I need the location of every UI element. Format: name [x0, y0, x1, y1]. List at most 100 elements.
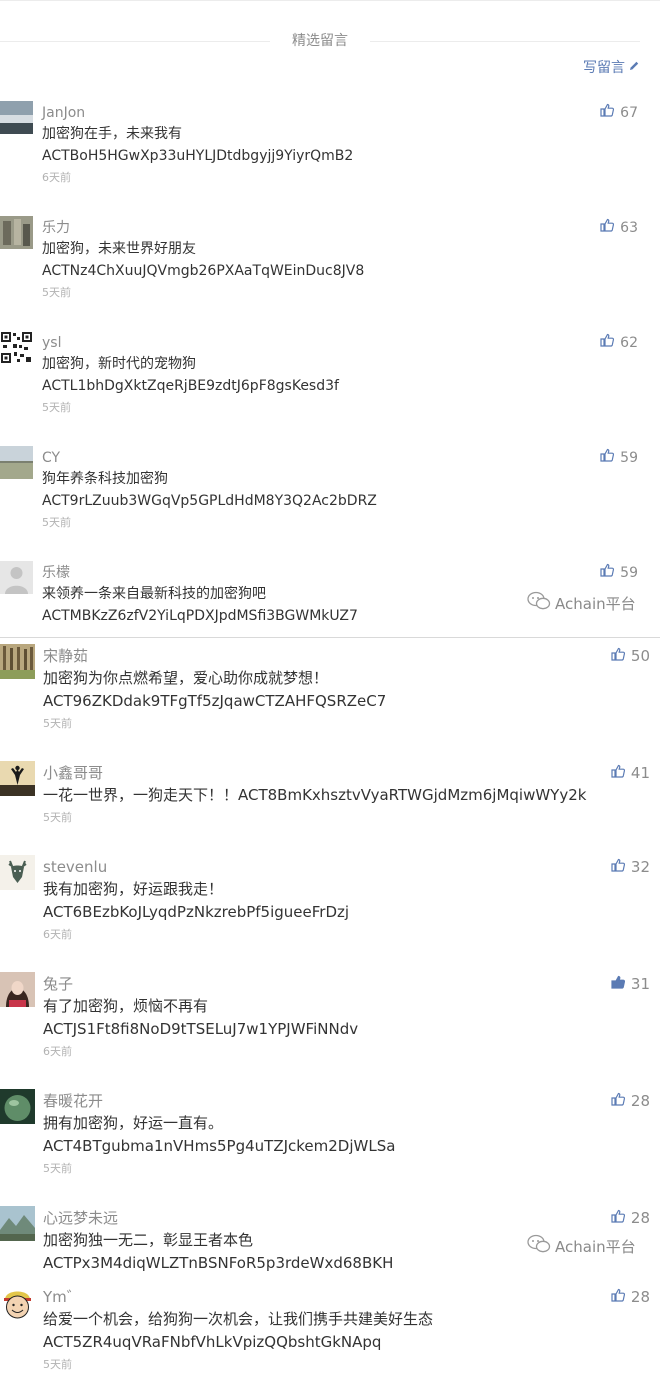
watermark: Achain平台 [527, 1234, 636, 1258]
comment-time: 5天前 [42, 516, 71, 529]
comment-nickname: 小鑫哥哥 [43, 764, 104, 782]
thumbs-up-icon [611, 1287, 625, 1307]
like-button[interactable]: 28 [611, 1208, 650, 1228]
comment-text-address: ACT96ZKDdak9TFgTf5zJqawCTZAHFQSRZeC7 [43, 692, 387, 710]
comment-time: 5天前 [43, 1358, 72, 1371]
comment-nickname: 春暖花开 [43, 1092, 104, 1110]
thumbs-up-icon [600, 333, 615, 353]
comment-text-address: ACTBoH5HGwXp33uHYLJDtdbgyjj9YiyrQmB2 [42, 148, 354, 164]
like-count: 31 [630, 975, 650, 993]
like-count: 62 [620, 335, 638, 351]
write-comment-link[interactable]: 写留言 [583, 58, 640, 78]
comment-text: 拥有加密狗，好运一直有。 [43, 1114, 224, 1132]
thumbs-up-icon [600, 103, 615, 123]
comment-text: 我有加密狗，好运跟我走！ [43, 880, 224, 898]
like-button-liked[interactable]: 31 [611, 974, 650, 994]
avatar [0, 101, 33, 134]
avatar [0, 1285, 35, 1320]
comment-list-b: 宋静茹 加密狗为你点燃希望，爱心助你成就梦想！ ACT96ZKDdak9TFgT… [0, 638, 660, 1384]
top-divider [0, 0, 660, 1]
comment-text-address: ACTNz4ChXuuJQVmgb26PXAaTqWEinDuc8JV8 [42, 263, 365, 279]
thumbs-up-icon [611, 857, 625, 877]
like-button[interactable]: 63 [600, 218, 638, 238]
thumbs-up-icon [600, 218, 615, 238]
comment-text-address: ACTL1bhDgXktZqeRjBE9zdtJ6pF8gsKesd3f [42, 378, 339, 394]
thumbs-up-icon [611, 1091, 625, 1111]
comment-text-address: ACTPx3M4diqWLZTnBSNFoR5p3rdeWxd68BKH [43, 1254, 394, 1272]
comment-nickname: ysl [42, 335, 62, 351]
comment-time: 5天前 [42, 401, 71, 414]
header-rule-left [0, 41, 270, 42]
comment-nickname: CY [42, 450, 61, 466]
header-rule-right [370, 41, 640, 42]
comment-time: 5天前 [43, 1162, 72, 1175]
like-count: 32 [630, 858, 650, 876]
like-button[interactable]: 41 [611, 763, 650, 783]
like-count: 28 [630, 1209, 650, 1227]
thumbs-up-icon [611, 763, 625, 783]
avatar [0, 855, 35, 890]
avatar [0, 561, 33, 594]
avatar [0, 761, 35, 796]
comment-list-a: JanJon 加密狗在手，未来我有 ACTBoH5HGwXp33uHYLJDtd… [0, 95, 660, 638]
avatar [0, 331, 33, 364]
thumbs-up-icon [611, 646, 625, 666]
avatar [0, 446, 33, 479]
comment-text: 来领养一条来自最新科技的加密狗吧 [42, 586, 266, 602]
wechat-icon [527, 591, 551, 615]
comment-time: 5天前 [43, 811, 72, 824]
like-button[interactable]: 28 [611, 1287, 650, 1307]
comment-text: 加密狗为你点燃希望，爱心助你成就梦想！ [43, 669, 329, 687]
comment-time: 6天前 [43, 1045, 72, 1058]
comment-nickname: 乐檬 [42, 565, 70, 581]
watermark-text: Achain平台 [555, 594, 636, 613]
comment-nickname: 心远梦未远 [43, 1209, 119, 1227]
comment-time: 6天前 [42, 171, 71, 184]
comment-text-address: ACT9rLZuub3WGqVp5GPLdHdM8Y3Q2Ac2bDRZ [42, 493, 377, 509]
like-count: 28 [630, 1092, 650, 1110]
like-button[interactable]: 32 [611, 857, 650, 877]
comment-text: 一花一世界，一狗走天下！！ACT8BmKxhsztvVyaRTWGjdMzm6j… [43, 786, 587, 804]
like-count: 41 [630, 764, 650, 782]
section-title: 精选留言 [292, 33, 348, 49]
comment-text: 有了加密狗，烦恼不再有 [43, 997, 209, 1015]
comment-nickname: JanJon [42, 105, 86, 121]
avatar [0, 972, 35, 1007]
comment-text-address: ACT5ZR4uqVRaFNbfVhLkVpizQQbshtGkNApq [43, 1333, 382, 1351]
comment-text: 狗年养条科技加密狗 [42, 471, 168, 487]
like-button[interactable]: 59 [600, 448, 638, 468]
comment-text: 加密狗，未来世界好朋友 [42, 241, 196, 257]
comment-time: 5天前 [43, 717, 72, 730]
comment-text: 加密狗在手，未来我有 [42, 126, 182, 142]
write-comment-label: 写留言 [583, 60, 625, 76]
comment-text: 加密狗，新时代的宠物狗 [42, 356, 196, 372]
like-button[interactable]: 28 [611, 1091, 650, 1111]
comment-time: 6天前 [43, 928, 72, 941]
avatar [0, 644, 35, 679]
like-count: 50 [630, 647, 650, 665]
like-button[interactable]: 67 [600, 103, 638, 123]
like-button[interactable]: 50 [611, 646, 650, 666]
comment-text-address: ACT6BEzbKoJLyqdPzNkzrebPf5igueeFrDzj [43, 903, 350, 921]
avatar [0, 1089, 35, 1124]
like-count: 63 [620, 220, 638, 236]
like-button[interactable]: 59 [600, 563, 638, 583]
comment-time: 5天前 [42, 286, 71, 299]
wechat-icon [527, 1234, 551, 1258]
like-button[interactable]: 62 [600, 333, 638, 353]
comment-nickname: Ym゛ [43, 1288, 82, 1306]
comment-nickname: 乐力 [42, 220, 70, 236]
comment-nickname: 宋静茹 [43, 647, 89, 665]
pencil-icon [628, 58, 640, 78]
like-count: 28 [630, 1288, 650, 1306]
comment-text: 给爱一个机会，给狗狗一次机会，让我们携手共建美好生态 [43, 1310, 434, 1328]
comment-text-address: ACT4BTgubma1nVHms5Pg4uTZJckem2DjWLSa [43, 1137, 396, 1155]
watermark: Achain平台 [527, 591, 636, 615]
comment-text-address: ACTJS1Ft8fi8NoD9tTSELuJ7w1YPJWFiNNdv [43, 1020, 359, 1038]
avatar [0, 216, 33, 249]
watermark-text: Achain平台 [555, 1237, 636, 1256]
section-header: 精选留言 [0, 29, 640, 53]
like-count: 59 [620, 450, 638, 466]
comment-text-address: ACTMBKzZ6zfV2YiLqPDXJpdMSfi3BGWMkUZ7 [42, 608, 358, 624]
comment-nickname: stevenlu [43, 858, 108, 876]
